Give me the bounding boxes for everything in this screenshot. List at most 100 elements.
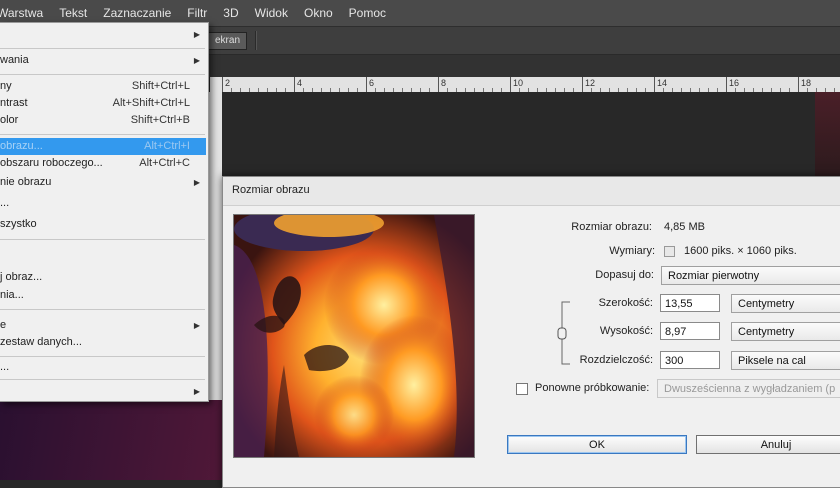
submenu-arrow-icon: ▶ [193,30,200,39]
ruler-major-tick [726,77,727,92]
menu-separator [0,134,205,135]
width-unit-select[interactable]: Centymetry [731,294,840,313]
ruler-label: 12 [585,78,596,88]
fit-to-select[interactable]: Rozmiar pierwotny [661,266,840,285]
ruler-major-tick [438,77,439,92]
resolution-label: Rozdzielczość: [579,354,653,366]
resample-checkbox[interactable] [516,383,528,395]
resample-label: Ponowne próbkowanie: [535,382,650,394]
horizontal-ruler: 2 4 6 8 10 12 14 16 18 [210,77,840,93]
menu-item-trap[interactable]: ... [0,359,206,376]
ruler-label: 4 [297,78,303,88]
menu-separator [0,309,205,310]
menu-item-image-rotation[interactable]: nie obrazu ▶ [0,174,206,191]
resample-method-select[interactable]: Dwusześcienna z wygładzaniem (p [657,379,840,398]
resolution-input[interactable]: 300 [660,351,720,369]
ok-button[interactable]: OK [507,435,687,454]
ruler-label: 2 [225,78,231,88]
menu-widok[interactable]: Widok [247,0,296,26]
height-unit-select[interactable]: Centymetry [731,322,840,341]
cancel-button[interactable]: Anuluj [696,435,840,454]
height-label: Wysokość: [599,325,653,337]
ruler-label: 8 [441,78,447,88]
menu-item-reveal-all[interactable]: szystko [0,216,206,233]
dimensions-chevron-down-icon[interactable] [664,246,675,257]
image-size-label: Rozmiar obrazu: [571,221,652,233]
height-input[interactable]: 8,97 [660,322,720,340]
menu-item-analysis[interactable]: ▶ [0,383,206,400]
dialog-titlebar[interactable]: Rozmiar obrazu [223,177,840,206]
menu-item-label: j obraz... [0,271,43,283]
dialog-title: Rozmiar obrazu [232,184,310,196]
ruler-major-tick [798,77,799,92]
menu-item-shortcut: Shift+Ctrl+B [130,114,190,126]
image-size-value: 4,85 MB [664,221,705,233]
menu-item-auto-contrast[interactable]: ntrast Alt+Shift+Ctrl+L [0,95,206,112]
menu-item-label: e [0,319,7,331]
menu-item-label: ny [0,80,12,92]
menu-item-shortcut: Shift+Ctrl+L [131,80,190,92]
menu-item-variables[interactable]: e ▶ [0,317,206,334]
dimensions-value: 1600 piks. × 1060 piks. [684,245,797,257]
menu-item-label: wania [0,54,29,66]
ruler-label: 6 [369,78,375,88]
menu-item-label: zestaw danych... [0,336,82,348]
menu-separator [0,239,205,240]
menu-item-label: olor [0,114,19,126]
menu-item-shortcut: Alt+Ctrl+I [144,140,190,152]
fire-preview-image [234,215,474,457]
menu-item-apply-data-set[interactable]: zestaw danych... [0,334,206,351]
menu-item-label: obrazu... [0,140,43,152]
menu-separator [0,356,205,357]
image-size-dialog: Rozmiar obrazu Rozmiar obrazu: 4,85 MB W… [222,176,840,488]
ruler-major-tick [582,77,583,92]
menu-item-auto-tone[interactable]: ny Shift+Ctrl+L [0,78,206,95]
submenu-arrow-icon: ▶ [193,56,200,65]
menu-pomoc[interactable]: Pomoc [341,0,394,26]
ruler-label: 16 [729,78,740,88]
menu-item-label: obszaru roboczego... [0,157,103,169]
menu-item-label: nie obrazu [0,176,52,188]
menu-item-auto-color[interactable]: olor Shift+Ctrl+B [0,112,206,129]
menu-item-label: ... [0,197,10,209]
resolution-unit-select[interactable]: Piksele na cal [731,351,840,370]
ruler-major-tick [222,77,223,92]
ruler-major-tick [366,77,367,92]
menu-item-shortcut: Alt+Ctrl+C [139,157,190,169]
menu-separator [0,48,205,49]
fit-screen-button[interactable]: ekran [206,32,248,50]
fit-to-label: Dopasuj do: [595,269,654,281]
ruler-label: 18 [801,78,812,88]
menu-item-label: ntrast [0,97,28,109]
submenu-arrow-icon: ▶ [193,178,200,187]
menu-item-apply-image[interactable]: j obraz... [0,269,206,286]
menu-item-label: nia... [0,289,24,301]
width-label: Szerokość: [598,297,653,309]
menu-item-duplicate[interactable] [0,248,206,265]
menu-item-calculations[interactable]: nia... [0,287,206,304]
width-input[interactable]: 13,55 [660,294,720,312]
menu-separator [0,74,205,75]
options-separator [255,31,257,50]
menu-item-crop[interactable]: ... [0,195,206,212]
image-preview[interactable] [233,214,475,458]
menu-item-mode[interactable]: ▶ [0,26,206,43]
menu-3d[interactable]: 3D [215,0,246,26]
submenu-arrow-icon: ▶ [193,321,200,330]
ruler-label: 10 [513,78,524,88]
submenu-arrow-icon: ▶ [193,387,200,396]
ruler-major-tick [294,77,295,92]
image-menu-dropdown: ▶ wania ▶ ny Shift+Ctrl+L ntrast Alt+Shi… [0,22,209,402]
menu-okno[interactable]: Okno [296,0,341,26]
menu-item-image-size[interactable]: obrazu... Alt+Ctrl+I [0,138,206,155]
ruler-label: 14 [657,78,668,88]
menu-item-label: ... [0,361,10,373]
menu-item-label: szystko [0,218,37,230]
background-photo-edge [815,92,840,182]
ruler-major-tick [510,77,511,92]
menu-separator [0,379,205,380]
menu-item-adjustments[interactable]: wania ▶ [0,52,206,69]
ruler-major-tick [654,77,655,92]
menu-item-canvas-size[interactable]: obszaru roboczego... Alt+Ctrl+C [0,155,206,172]
dimensions-label: Wymiary: [609,245,655,257]
